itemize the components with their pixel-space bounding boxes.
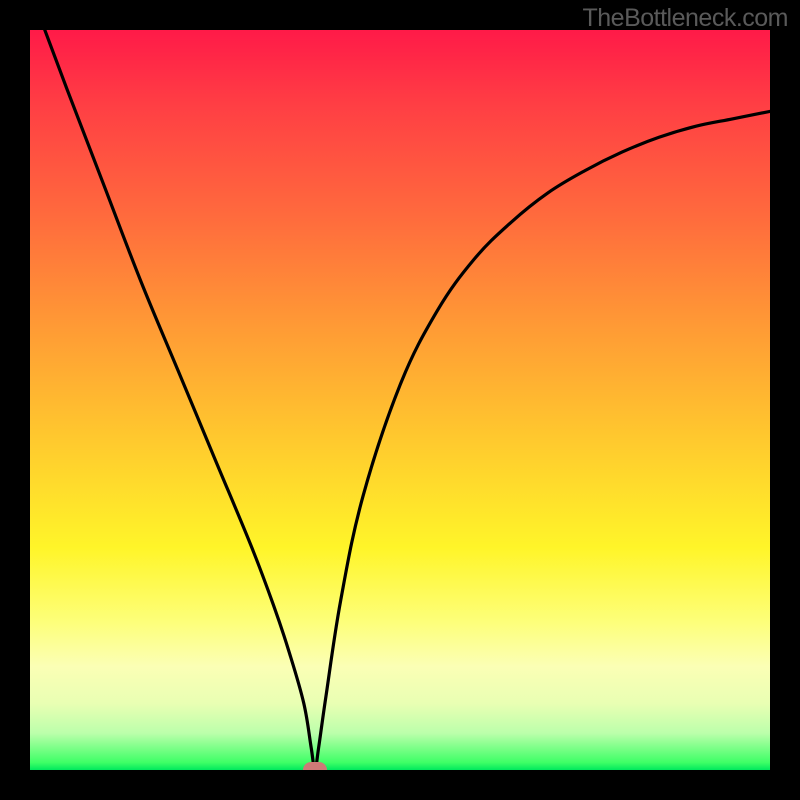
bottleneck-curve	[30, 30, 770, 770]
watermark-text: TheBottleneck.com	[583, 4, 789, 33]
chart-frame	[30, 30, 770, 770]
optimal-point-marker	[303, 762, 327, 770]
